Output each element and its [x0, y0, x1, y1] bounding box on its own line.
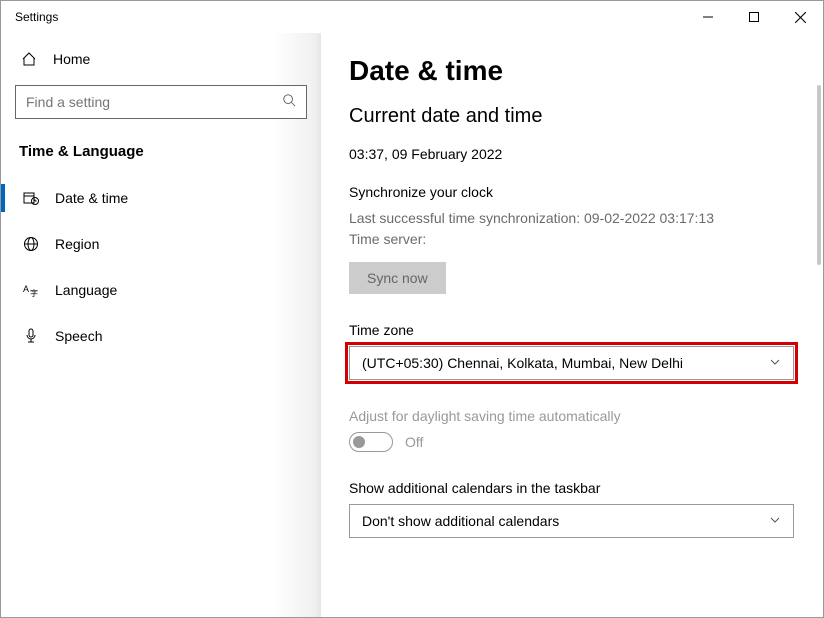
last-sync-text: Last successful time synchronization: 09… — [349, 208, 795, 229]
timezone-value: (UTC+05:30) Chennai, Kolkata, Mumbai, Ne… — [362, 355, 683, 371]
svg-text:A: A — [23, 284, 29, 294]
maximize-button[interactable] — [731, 1, 777, 33]
dst-state: Off — [405, 434, 423, 450]
current-datetime: 03:37, 09 February 2022 — [349, 146, 795, 162]
timezone-dropdown[interactable]: (UTC+05:30) Chennai, Kolkata, Mumbai, Ne… — [349, 346, 794, 380]
chevron-down-icon — [769, 356, 781, 371]
nav-label: Language — [55, 282, 117, 298]
window-title: Settings — [15, 10, 58, 24]
minimize-icon — [703, 12, 713, 22]
nav-label: Speech — [55, 328, 102, 344]
nav-speech[interactable]: Speech — [1, 316, 321, 356]
additional-calendars-dropdown[interactable]: Don't show additional calendars — [349, 504, 794, 538]
content-area: Date & time Current date and time 03:37,… — [321, 33, 823, 617]
additional-calendars-label: Show additional calendars in the taskbar — [349, 480, 795, 496]
home-label: Home — [53, 51, 90, 67]
scrollbar-thumb[interactable] — [817, 85, 821, 265]
date-time-icon — [23, 190, 39, 206]
time-server-text: Time server: — [349, 229, 795, 250]
close-button[interactable] — [777, 1, 823, 33]
dst-label: Adjust for daylight saving time automati… — [349, 408, 795, 424]
nav-label: Date & time — [55, 190, 128, 206]
home-icon — [21, 51, 37, 67]
nav-region[interactable]: Region — [1, 224, 321, 264]
titlebar: Settings — [1, 1, 823, 33]
search-field[interactable] — [15, 85, 307, 119]
globe-icon — [23, 236, 39, 252]
search-icon — [282, 93, 296, 112]
additional-calendars-value: Don't show additional calendars — [362, 513, 559, 529]
dst-toggle — [349, 432, 393, 452]
category-heading: Time & Language — [1, 137, 321, 178]
section-current-heading: Current date and time — [349, 105, 795, 128]
chevron-down-icon — [769, 514, 781, 529]
nav-language[interactable]: A字 Language — [1, 270, 321, 310]
search-input[interactable] — [26, 94, 282, 110]
maximize-icon — [749, 12, 759, 22]
sync-now-button[interactable]: Sync now — [349, 262, 446, 294]
sidebar: Home Time & Language Date & time Region … — [1, 33, 321, 617]
nav-date-time[interactable]: Date & time — [1, 178, 321, 218]
nav-label: Region — [55, 236, 99, 252]
page-title: Date & time — [349, 55, 795, 87]
close-icon — [795, 12, 806, 23]
microphone-icon — [23, 328, 39, 344]
minimize-button[interactable] — [685, 1, 731, 33]
svg-text:字: 字 — [30, 288, 38, 298]
window-controls — [685, 1, 823, 33]
timezone-label: Time zone — [349, 322, 795, 338]
language-icon: A字 — [23, 282, 39, 298]
home-nav[interactable]: Home — [1, 41, 321, 77]
sync-heading: Synchronize your clock — [349, 184, 795, 200]
